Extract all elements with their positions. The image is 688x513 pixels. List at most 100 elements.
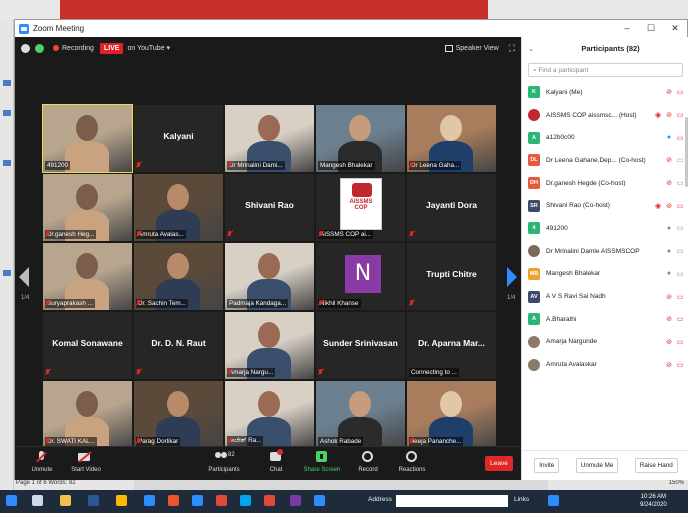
participant-search-input[interactable]: ⌕ Find a participant — [528, 63, 683, 77]
participant-row[interactable]: SR Shivani Rao (Co-host) ◉ ⊘ ▭ — [522, 194, 688, 217]
file-explorer-icon[interactable] — [60, 495, 71, 506]
participant-row[interactable]: 4 491200 ● ▭ — [522, 217, 688, 240]
collapse-chevron-icon[interactable]: ⌄ — [528, 44, 538, 53]
participant-name-label: Parag Dorlikar — [136, 437, 181, 446]
video-tile[interactable]: N Nikhil Khanse — [316, 243, 405, 310]
firefox-icon[interactable] — [168, 495, 179, 506]
live-badge: LIVE — [99, 42, 124, 54]
video-tile[interactable]: Dr Mrinalini Dami... — [225, 105, 314, 172]
store-icon[interactable] — [116, 495, 127, 506]
video-tile[interactable]: Jeeja Pananche... — [407, 381, 496, 448]
video-tile[interactable]: Dr. Sachin Tem... — [134, 243, 223, 310]
app-icon[interactable] — [290, 495, 301, 506]
participants-label: Participants — [208, 467, 240, 473]
info-icon[interactable] — [21, 43, 30, 53]
video-off-icon — [63, 451, 109, 463]
mic-muted-icon — [136, 300, 141, 307]
video-tile[interactable]: Suryaprakash ... — [43, 243, 132, 310]
unmute-me-button[interactable]: Unmute Me — [575, 458, 619, 473]
participant-face — [440, 115, 462, 141]
video-tile[interactable]: Kalyani — [134, 105, 223, 172]
video-tile[interactable]: Amarja Nargu... — [225, 312, 314, 379]
video-tile[interactable]: Mangesh Bhalekar — [316, 105, 405, 172]
video-tile[interactable]: Parag Dorlikar — [134, 381, 223, 448]
video-tile[interactable]: 491200 — [42, 104, 133, 173]
app-icon[interactable] — [240, 495, 251, 506]
zoom-taskbar-icon[interactable] — [314, 495, 325, 506]
video-tile[interactable]: Ashok Rabade — [316, 381, 405, 448]
raise-hand-button[interactable]: Raise Hand — [634, 458, 678, 473]
participant-row[interactable]: Amruta Avalaskar ⊘ ▭ — [522, 353, 688, 376]
video-on-icon: ▭ — [676, 180, 684, 188]
minimize-button[interactable]: – — [615, 23, 639, 34]
video-tile[interactable]: Dr Leena Gaha... — [407, 105, 496, 172]
chat-button[interactable]: Chat — [253, 449, 299, 473]
participant-row[interactable]: A A.Bharathi ⊘ ▭ — [522, 308, 688, 331]
video-tile[interactable]: Dr. SWATI KAL... — [43, 381, 132, 448]
video-tile[interactable]: Komal Sonawane — [43, 312, 132, 379]
video-tile[interactable]: Amruta Avalas... — [134, 174, 223, 241]
fullscreen-icon[interactable]: ⛶ — [509, 43, 515, 54]
opera-icon[interactable] — [264, 495, 275, 506]
close-button[interactable]: ✕ — [663, 23, 687, 34]
participant-name-label: Connecting to ... — [409, 368, 459, 377]
video-tile[interactable]: Dr.ganesh Heg... — [43, 174, 132, 241]
share-screen-button[interactable]: Share Screen — [299, 451, 345, 473]
view-switch-button[interactable]: Speaker View — [444, 44, 499, 52]
app-icon[interactable] — [144, 495, 155, 506]
start-video-button[interactable]: Start Video — [63, 451, 109, 473]
participant-name-label: Padmaja Kandaga... — [227, 299, 289, 308]
participant-name-label: Suryaprakash ... — [45, 299, 95, 308]
maximize-button[interactable]: ☐ — [639, 23, 663, 34]
participant-avatar — [528, 109, 540, 122]
participant-name-center: Jayanti Dora — [425, 200, 478, 210]
invite-button[interactable]: Invite — [534, 458, 560, 473]
participant-name-center: Trupti Chitre — [426, 269, 477, 279]
video-tile[interactable]: Shivani Rao — [225, 174, 314, 241]
video-tile[interactable]: Trupti Chitre — [407, 243, 496, 310]
participant-list: K Kalyani (Me) ⊘ ▭ AISSMS COP aissmsc... (Ho… — [522, 81, 688, 376]
panel-header: ⌄ Participants (82) — [522, 37, 688, 59]
video-tile[interactable]: Padmaja Kandaga... — [225, 243, 314, 310]
unmute-label: Unmute — [31, 467, 53, 473]
address-input[interactable] — [396, 495, 508, 507]
reactions-button[interactable]: Reactions — [389, 451, 435, 473]
participant-row[interactable]: AISSMS COP aissmsc... (Host) ◉ ⊘ ▭ — [522, 104, 688, 127]
word-icon[interactable] — [88, 495, 99, 506]
security-shield-icon[interactable] — [35, 43, 44, 53]
leave-button[interactable]: Leave — [485, 456, 513, 471]
video-tile[interactable]: Dr. D. N. Raut — [134, 312, 223, 379]
participant-row[interactable]: DH Dr.ganesh Hegde (Co-host) ⊘ ▭ — [522, 172, 688, 195]
participant-row[interactable]: Amarja Nargunde ⊘ ▭ — [522, 331, 688, 354]
video-tile[interactable]: Dr. Aparna Mar... Connecting to ... — [407, 312, 496, 379]
participant-row[interactable]: Aa12b0c00 ● ▭ — [522, 126, 688, 149]
participant-face — [258, 391, 280, 417]
record-button[interactable]: Record — [345, 451, 391, 473]
live-target-dropdown[interactable]: on YouTube ▾ — [127, 44, 170, 52]
taskbar-clock[interactable]: 10:26 AM 9/24/2020 — [640, 493, 667, 509]
video-tile[interactable]: ರಾಜೇಶ್ Ra... — [225, 381, 314, 448]
video-tile[interactable]: AISSMS COP AISSMS COP ai... — [316, 174, 405, 241]
recording-label[interactable]: Recording — [62, 45, 94, 52]
participant-row[interactable]: K Kalyani (Me) ⊘ ▭ — [522, 81, 688, 104]
video-tile[interactable]: Sunder Srinivasan — [316, 312, 405, 379]
video-tile[interactable]: Jayanti Dora — [407, 174, 496, 241]
participant-row[interactable]: AV A V S Ravi Sai Nadh ⊘ ▭ — [522, 285, 688, 308]
tray-app-icon[interactable] — [548, 495, 559, 506]
unmute-button[interactable]: Unmute — [19, 451, 65, 473]
participant-avatar — [528, 245, 540, 258]
chrome-icon[interactable] — [216, 495, 227, 506]
start-windows-icon[interactable] — [6, 495, 17, 506]
participant-avatar: SR — [528, 199, 540, 212]
links-label[interactable]: Links — [514, 496, 529, 503]
next-page-arrow-icon[interactable] — [507, 267, 517, 287]
participant-row[interactable]: MB Mangesh Bhalekar ● ▭ — [522, 263, 688, 286]
calculator-icon[interactable] — [192, 495, 203, 506]
mic-muted-icon: ⊘ — [666, 293, 672, 301]
participant-row[interactable]: DL Dr Leena Gahane,Dep... (Co-host) ⊘ ▭ — [522, 149, 688, 172]
task-view-icon[interactable] — [32, 495, 43, 506]
participant-row[interactable]: Dr Mrinalini Damle AISSMSCOP ● ▭ — [522, 240, 688, 263]
participant-name-label: Amarja Nargu... — [227, 368, 276, 377]
participants-button[interactable]: 82 Participants — [201, 451, 247, 473]
prev-page-arrow-icon[interactable] — [19, 267, 29, 287]
